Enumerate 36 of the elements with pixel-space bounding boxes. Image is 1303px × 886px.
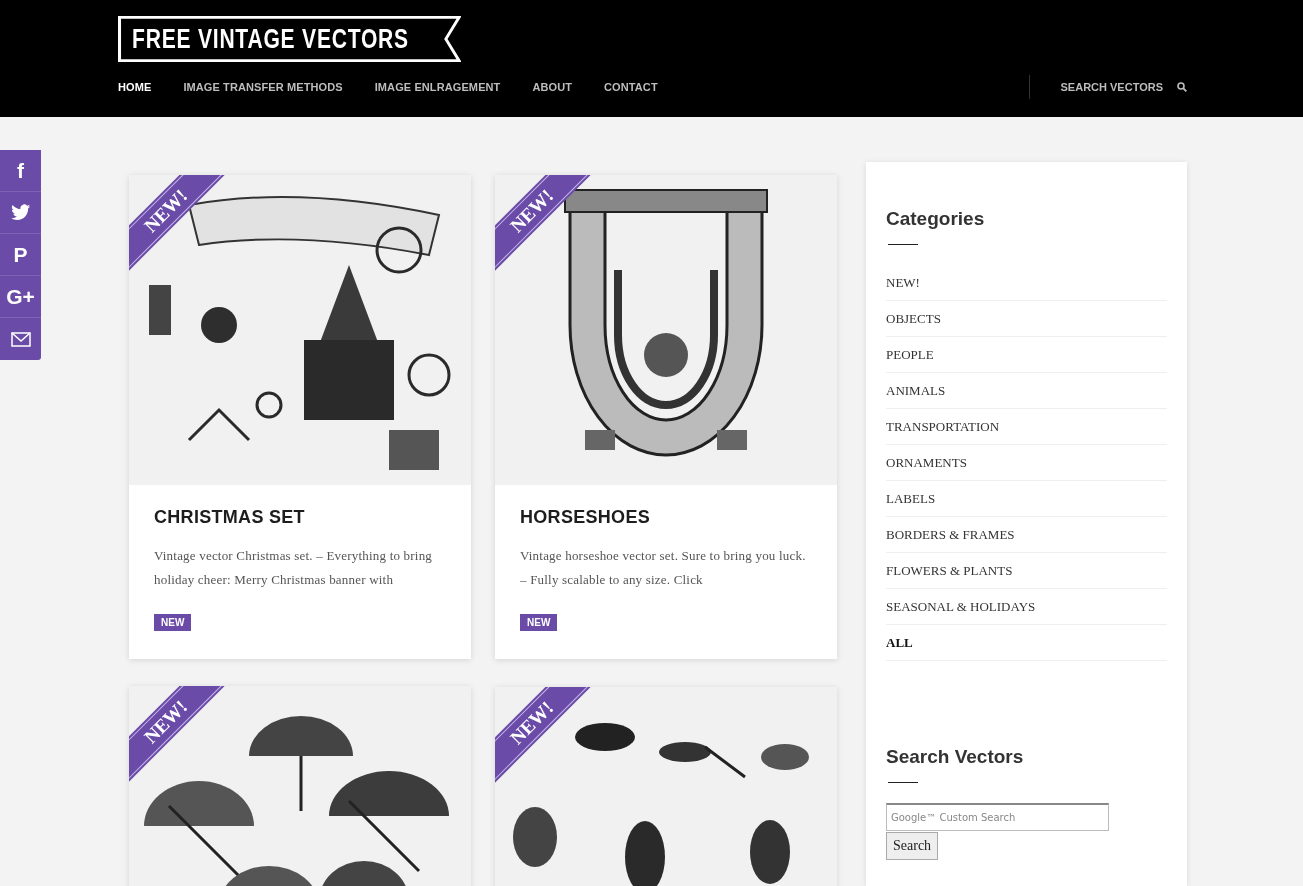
nav-link[interactable]: IMAGE ENLRAGEMENT <box>374 81 501 93</box>
tag-badge[interactable]: NEW <box>520 614 558 631</box>
search-link[interactable]: SEARCH VECTORS <box>1060 81 1163 93</box>
card-title[interactable]: CHRISTMAS SET <box>154 507 446 528</box>
category-link[interactable]: BORDERS & FRAMES <box>886 527 1015 542</box>
search-field[interactable]: Google™ Custom Search <box>886 803 1109 831</box>
category-link[interactable]: PEOPLE <box>886 347 934 362</box>
search-icon[interactable] <box>1177 82 1187 92</box>
widget-title: Categories <box>886 208 986 230</box>
bird-icon <box>10 204 31 221</box>
card-excerpt: Vintage vector Christmas set. – Everything to bring holiday cheer: Merry Christmas banner with <box>154 547 434 589</box>
nav-link[interactable]: IMAGE TRANSFER METHODS <box>183 81 343 93</box>
category-link[interactable]: SEASONAL & HOLIDAYS <box>886 599 1036 614</box>
share-button[interactable]: P <box>0 234 41 276</box>
category-link[interactable]: TRANSPORTATION <box>886 419 1000 434</box>
category-link[interactable]: OBJECTS <box>886 311 941 326</box>
share-button[interactable] <box>0 192 41 234</box>
category-link[interactable]: LABELS <box>886 491 936 506</box>
nav-link[interactable]: ABOUT <box>532 81 573 93</box>
nav-link[interactable]: CONTACT <box>604 81 658 93</box>
nav-link[interactable]: HOME <box>118 81 152 93</box>
category-link[interactable]: NEW! <box>886 275 920 290</box>
search-button[interactable]: Search <box>886 832 939 860</box>
category-link[interactable]: ANIMALS <box>886 383 946 398</box>
category-link[interactable]: ALL <box>886 635 913 650</box>
share-button[interactable]: G+ <box>0 276 41 318</box>
share-button[interactable]: f <box>0 150 41 192</box>
card-title[interactable]: HORSESHOES <box>520 507 812 528</box>
tag-badge[interactable]: NEW <box>154 614 192 631</box>
category-link[interactable]: FLOWERS & PLANTS <box>886 563 1013 578</box>
category-link[interactable]: ORNAMENTS <box>886 455 967 470</box>
card-excerpt: Vintage horseshoe vector set. Sure to bring you luck. – Fully scalable to any size. Click <box>520 547 807 589</box>
share-button[interactable] <box>0 318 41 360</box>
site-logo[interactable]: FREE VINTAGE VECTORS <box>118 16 462 62</box>
widget-title: Search Vectors <box>886 746 1025 768</box>
mail-icon <box>10 331 31 347</box>
